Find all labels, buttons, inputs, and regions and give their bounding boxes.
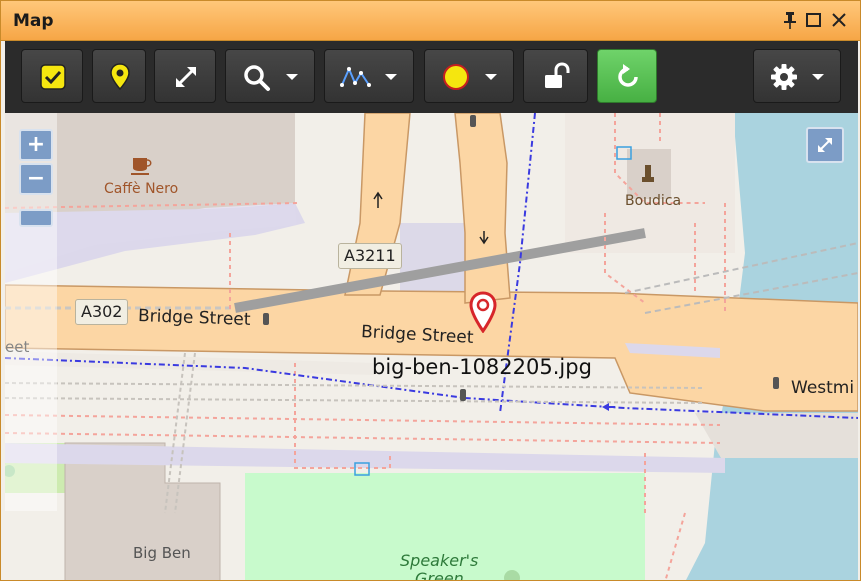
close-icon[interactable]: [829, 10, 849, 30]
lock-button[interactable]: [523, 49, 588, 103]
road-shield-a3211: A3211: [338, 243, 402, 269]
photo-marker-icon[interactable]: [469, 291, 497, 333]
marker-button[interactable]: [92, 49, 146, 103]
fullscreen-button[interactable]: [806, 127, 844, 163]
park-label: Green: [415, 569, 464, 581]
maximize-icon[interactable]: [804, 10, 824, 30]
marker-color-button[interactable]: [424, 49, 514, 103]
settings-button[interactable]: [753, 49, 841, 103]
park-label: Speaker's: [400, 551, 479, 570]
title-bar: Map: [1, 1, 860, 41]
map-view[interactable]: Caffè Nero Boudica A3211 A302 Bridge Str…: [5, 113, 858, 581]
refresh-button[interactable]: [597, 49, 657, 103]
poi-cafe-label: Caffè Nero: [104, 181, 179, 197]
gear-icon: [771, 64, 797, 90]
toolbar: [5, 41, 858, 113]
search-button[interactable]: [225, 49, 315, 103]
track-button[interactable]: [324, 49, 414, 103]
zoom-slider[interactable]: [19, 209, 53, 227]
map-window: Map Caffè Nero Boudica A3211 A302 Bridge…: [0, 0, 861, 581]
map-pin-icon: [110, 63, 130, 91]
chevron-down-icon: [485, 74, 497, 80]
fit-extent-button[interactable]: [154, 49, 216, 103]
select-all-button[interactable]: [21, 49, 83, 103]
track-line-icon: [340, 66, 371, 87]
chevron-down-icon: [812, 74, 824, 80]
color-circle-icon: [443, 64, 469, 90]
pin-icon[interactable]: [780, 10, 800, 30]
window-title: Map: [13, 11, 54, 31]
search-icon: [244, 65, 270, 91]
poi-boudica-label: Boudica: [625, 193, 682, 209]
refresh-icon: [618, 64, 638, 87]
zoom-in-button[interactable]: +: [19, 129, 53, 161]
expand-arrows-icon: [175, 66, 197, 88]
unlock-icon: [545, 62, 570, 88]
photo-marker-label[interactable]: big-ben-1082205.jpg: [372, 355, 592, 379]
expand-icon: [818, 138, 832, 152]
road-shield-a302: A302: [75, 299, 129, 325]
chevron-down-icon: [286, 74, 298, 80]
building-big-ben-label: Big Ben: [133, 544, 191, 562]
street-label: Westmi: [791, 378, 855, 398]
zoom-out-button[interactable]: −: [19, 163, 53, 195]
chevron-down-icon: [385, 74, 397, 80]
street-label: Bridge Street: [137, 306, 251, 330]
checkbox-icon: [40, 64, 66, 90]
